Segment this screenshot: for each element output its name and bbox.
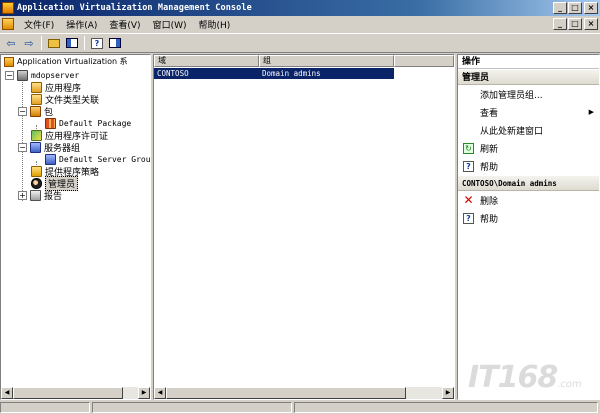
actions-section-selected-item[interactable]: CONTOSO\Domain admins bbox=[458, 175, 599, 191]
reports-icon bbox=[30, 189, 41, 201]
console-tree[interactable]: Application Virtualization 系 − mdopserve… bbox=[0, 54, 151, 400]
window-title: Application Virtualization Management Co… bbox=[17, 3, 252, 13]
tree-node-reports[interactable]: + 报告 bbox=[18, 189, 62, 202]
tree-horizontal-scrollbar[interactable]: ◀ ▶ bbox=[1, 387, 150, 399]
list-header: 域 组 bbox=[154, 55, 454, 67]
app-icon bbox=[2, 2, 14, 14]
cell-domain: CONTOSO bbox=[157, 69, 189, 78]
tree-line bbox=[22, 73, 23, 201]
help-icon: ? bbox=[463, 213, 474, 224]
file-types-icon bbox=[31, 93, 42, 105]
cell-group: Domain admins bbox=[262, 69, 321, 78]
server-group-icon bbox=[45, 153, 56, 165]
tree-node-packages[interactable]: − 包 bbox=[18, 105, 53, 118]
table-row[interactable]: CONTOSO Domain admins bbox=[154, 68, 394, 79]
action-new-window[interactable]: 从此处新建窗口 bbox=[458, 121, 599, 139]
action-delete[interactable]: ✕ 删除 bbox=[458, 191, 599, 209]
child-minimize-button[interactable]: _ bbox=[553, 18, 567, 30]
policy-icon bbox=[31, 165, 42, 177]
server-group-icon bbox=[30, 141, 41, 153]
scroll-left-icon[interactable]: ◀ bbox=[154, 387, 166, 399]
forward-icon[interactable]: ⇨ bbox=[20, 35, 38, 51]
action-view[interactable]: 查看 ▶ bbox=[458, 103, 599, 121]
server-icon bbox=[17, 69, 28, 81]
results-list[interactable]: 域 组 CONTOSO Domain admins ◀ ▶ bbox=[153, 54, 455, 400]
toolbar-separator bbox=[41, 36, 42, 50]
submenu-arrow-icon: ▶ bbox=[588, 108, 594, 116]
collapse-icon[interactable]: − bbox=[5, 70, 14, 80]
minimize-button[interactable]: _ bbox=[553, 2, 567, 14]
show-hide-action-pane-icon[interactable] bbox=[106, 35, 124, 51]
close-button[interactable]: × bbox=[584, 2, 598, 14]
tree-node-licenses[interactable]: 应用程序许可证 bbox=[31, 129, 108, 142]
status-cell bbox=[0, 402, 90, 413]
applications-icon bbox=[31, 81, 42, 93]
back-icon[interactable]: ⇦ bbox=[2, 35, 20, 51]
show-hide-tree-icon[interactable] bbox=[63, 35, 81, 51]
actions-pane: 操作 管理员 添加管理员组... 查看 ▶ 从此处新建窗口 ↻ 刷新 ? 帮助 … bbox=[457, 54, 600, 400]
scroll-thumb[interactable] bbox=[13, 387, 123, 399]
actions-section-administrators[interactable]: 管理员 bbox=[458, 69, 599, 85]
action-help-item[interactable]: ? 帮助 bbox=[458, 209, 599, 227]
scroll-right-icon[interactable]: ▶ bbox=[138, 387, 150, 399]
help-icon: ? bbox=[463, 161, 474, 172]
collapse-icon[interactable]: − bbox=[18, 106, 27, 116]
delete-icon: ✕ bbox=[463, 193, 474, 207]
toolbar-separator bbox=[84, 36, 85, 50]
toolbar: ⇦ ⇨ ? bbox=[0, 33, 600, 53]
tree-node-file-types[interactable]: 文件类型关联 bbox=[31, 93, 99, 106]
collapse-icon[interactable]: − bbox=[18, 142, 27, 152]
child-maximize-button[interactable]: □ bbox=[568, 18, 582, 30]
menu-bar: 文件(F) 操作(A) 查看(V) 窗口(W) 帮助(H) _ □ × bbox=[0, 16, 600, 32]
tree-node-administrators[interactable]: 管理员 bbox=[31, 175, 79, 191]
administrators-icon bbox=[31, 177, 42, 189]
tree-node-default-server-group[interactable]: Default Server Grou bbox=[45, 153, 151, 165]
column-header-filler bbox=[394, 55, 454, 67]
scroll-left-icon[interactable]: ◀ bbox=[1, 387, 13, 399]
child-close-button[interactable]: × bbox=[584, 18, 598, 30]
package-grid-icon bbox=[45, 117, 56, 129]
expand-icon[interactable]: + bbox=[18, 190, 27, 200]
menu-help[interactable]: 帮助(H) bbox=[193, 18, 237, 31]
action-help[interactable]: ? 帮助 bbox=[458, 157, 599, 175]
license-icon bbox=[31, 129, 42, 141]
up-folder-icon[interactable] bbox=[45, 35, 63, 51]
tree-node-applications[interactable]: 应用程序 bbox=[31, 81, 81, 94]
scroll-right-icon[interactable]: ▶ bbox=[442, 387, 454, 399]
help-icon[interactable]: ? bbox=[88, 35, 106, 51]
app-window: Application Virtualization Management Co… bbox=[0, 0, 600, 414]
action-add-admin-group[interactable]: 添加管理员组... bbox=[458, 85, 599, 103]
tree-node-default-package[interactable]: Default Package bbox=[45, 117, 131, 129]
status-cell bbox=[92, 402, 292, 413]
list-horizontal-scrollbar[interactable]: ◀ ▶ bbox=[154, 387, 454, 399]
appvirt-icon bbox=[4, 56, 14, 67]
tree-root[interactable]: Application Virtualization 系 bbox=[1, 55, 150, 68]
column-header-domain[interactable]: 域 bbox=[154, 55, 259, 67]
tree-node-server[interactable]: − mdopserver bbox=[5, 69, 79, 81]
watermark-logo: IT168.com bbox=[468, 360, 582, 395]
status-cell bbox=[294, 402, 598, 413]
menu-window[interactable]: 窗口(W) bbox=[147, 18, 193, 31]
menu-view[interactable]: 查看(V) bbox=[103, 18, 146, 31]
actions-pane-title: 操作 bbox=[458, 55, 599, 69]
menu-action[interactable]: 操作(A) bbox=[60, 18, 103, 31]
maximize-button[interactable]: □ bbox=[568, 2, 582, 14]
scroll-thumb[interactable] bbox=[166, 387, 406, 399]
refresh-icon: ↻ bbox=[463, 143, 474, 154]
tree-node-server-groups[interactable]: − 服务器组 bbox=[18, 141, 80, 154]
title-bar: Application Virtualization Management Co… bbox=[0, 0, 600, 16]
package-icon bbox=[30, 105, 41, 117]
status-bar bbox=[0, 402, 600, 414]
column-header-group[interactable]: 组 bbox=[259, 55, 394, 67]
action-refresh[interactable]: ↻ 刷新 bbox=[458, 139, 599, 157]
console-icon[interactable] bbox=[2, 18, 14, 30]
menu-file[interactable]: 文件(F) bbox=[18, 18, 60, 31]
